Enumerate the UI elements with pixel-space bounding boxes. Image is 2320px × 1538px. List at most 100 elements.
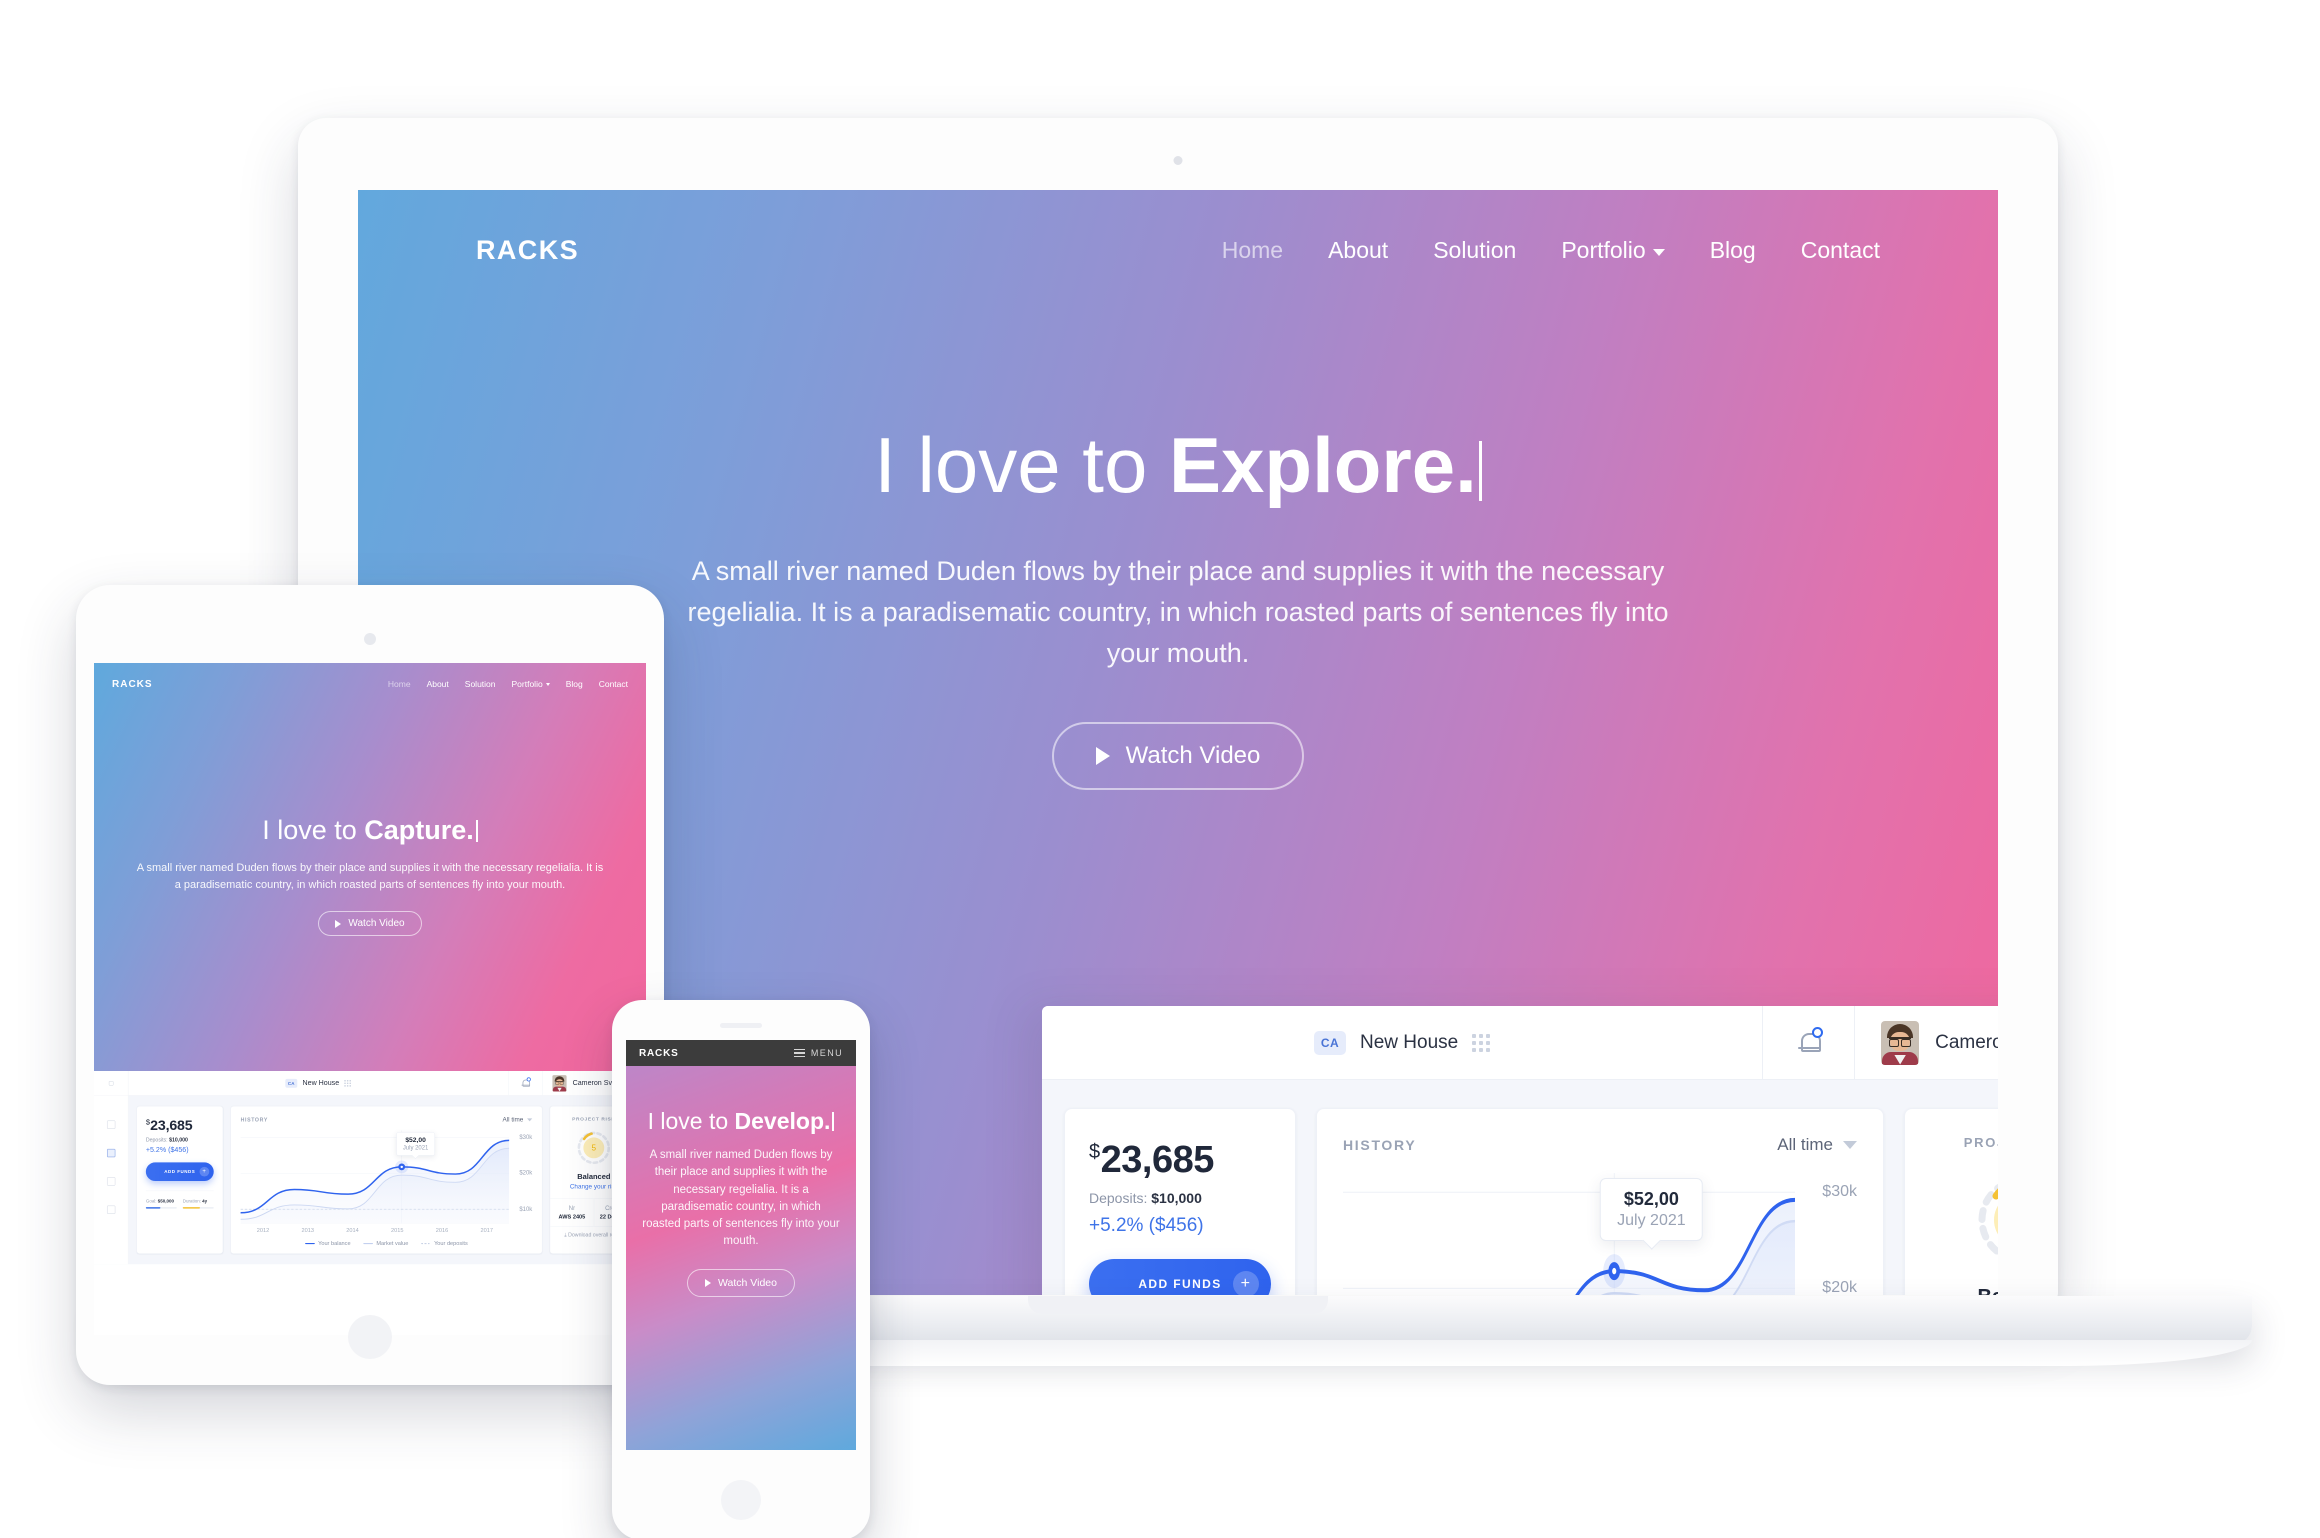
balance-change: +5.2% ($456) [145, 1145, 189, 1154]
workspace-name: New House [302, 1079, 340, 1087]
chart-tooltip: $52,00 July 2021 [1600, 1178, 1703, 1242]
sidebar-item-transfer[interactable] [94, 1167, 128, 1195]
notifications-button[interactable] [1762, 1006, 1854, 1079]
history-card: HISTORY All time $30k $20k $10k $52,00 J… [230, 1106, 543, 1254]
dashboard-body: $23,685 Deposits: $10,000 +5.2% ($456) A… [128, 1096, 646, 1265]
add-funds-button[interactable]: ADD FUNDS + [1089, 1259, 1271, 1295]
deposits-row: Deposits: $10,000 [1089, 1190, 1271, 1206]
nav-item-portfolio[interactable]: Portfolio [1561, 237, 1665, 264]
add-funds-label: ADD FUNDS [164, 1169, 196, 1175]
history-card: HISTORY All time $30k$20k$10k $52,00 Jul… [1316, 1108, 1884, 1295]
chart-y-axis: $30k $20k $10k [509, 1130, 532, 1223]
user-name: Cameron Svensson [1935, 1031, 1998, 1053]
sidebar-item-portfolio[interactable] [94, 1139, 128, 1167]
balance-card: $23,685 Deposits: $10,000 +5.2% ($456) A… [1064, 1108, 1296, 1295]
x-tick-label: 2014 [346, 1227, 359, 1234]
sidebar-item-home[interactable] [94, 1111, 128, 1139]
nav-item-contact[interactable]: Contact [1801, 237, 1880, 264]
apps-grid-icon[interactable] [344, 1079, 352, 1087]
tablet-hero-content: I love to Capture. A small river named D… [94, 705, 646, 937]
x-tick-label: 2015 [391, 1227, 404, 1234]
typing-cursor-icon [1478, 441, 1482, 501]
folder-icon [106, 1205, 116, 1214]
brand-logo[interactable]: RACKS [476, 235, 579, 266]
risk-gauge: 5 [575, 1129, 612, 1166]
goal-label: Goal: [145, 1198, 157, 1204]
nav-item-blog[interactable]: Blog [566, 679, 583, 689]
laptop-camera-icon [1173, 156, 1183, 165]
tablet-home-button[interactable] [348, 1315, 392, 1359]
workspace-initials-badge: CA [1313, 1030, 1347, 1055]
tablet-hero-paragraph: A small river named Duden flows by their… [136, 862, 604, 892]
balance-value: 23,685 [150, 1117, 193, 1134]
range-selector[interactable]: All time [503, 1116, 533, 1123]
watch-video-button[interactable]: Watch Video [1051, 721, 1305, 790]
nav-item-about[interactable]: About [427, 679, 449, 689]
legend-label: Market value [376, 1240, 409, 1247]
avatar [1881, 1020, 1920, 1065]
watch-video-button[interactable]: Watch Video [318, 911, 422, 937]
nav-item-solution[interactable]: Solution [1433, 237, 1516, 264]
chevron-down-icon [545, 683, 550, 686]
watch-video-button[interactable]: Watch Video [687, 1268, 795, 1297]
sidebar-item-documents[interactable] [94, 1196, 128, 1224]
legend-label: Your deposits [434, 1240, 468, 1247]
heading-bold-part: Capture. [364, 815, 474, 845]
workspace-name: New House [1360, 1031, 1459, 1053]
deposits-label: Deposits: [1089, 1190, 1148, 1206]
duration-label: Duration: [182, 1198, 201, 1204]
workspace-switcher[interactable]: CA New House [1042, 1030, 1762, 1055]
phone-home-button[interactable] [721, 1480, 761, 1520]
y-tick-label: $30k [1822, 1183, 1857, 1201]
nav-item-home[interactable]: Home [388, 679, 411, 689]
legend-item: Your deposits [421, 1240, 468, 1247]
history-header: HISTORY All time [1343, 1135, 1857, 1155]
goal-row: Goal: $50,000 [146, 1199, 177, 1204]
notification-badge [1811, 1026, 1823, 1038]
balance-value: 23,685 [1100, 1139, 1215, 1181]
sidebar-toggle[interactable] [94, 1071, 129, 1096]
notifications-button[interactable] [508, 1071, 542, 1096]
y-tick-label: $10k [519, 1205, 533, 1213]
desktop-navbar: RACKS Home About Solution Portfolio Blog… [358, 190, 1998, 310]
history-title: HISTORY [1343, 1137, 1417, 1153]
chevron-down-icon [527, 1118, 533, 1122]
mockup-stage: RACKS Home About Solution Portfolio Blog… [0, 0, 2320, 1538]
brand-logo[interactable]: RACKS [639, 1048, 679, 1059]
nav-item-contact[interactable]: Contact [599, 679, 628, 689]
add-funds-label: ADD FUNDS [1138, 1277, 1222, 1291]
history-title: HISTORY [240, 1116, 268, 1123]
tablet-camera-icon [364, 633, 376, 645]
hamburger-icon [793, 1048, 805, 1058]
phone-hero-paragraph: A small river named Duden flows by their… [642, 1149, 840, 1248]
nav-item-solution[interactable]: Solution [465, 679, 496, 689]
balance-goals: Goal: $50,000 Duration: 4y [145, 1190, 214, 1217]
user-menu[interactable]: Cameron Svensson [1854, 1006, 1998, 1079]
nav-item-portfolio-label: Portfolio [511, 679, 543, 689]
workspace-switcher[interactable]: CA New House [128, 1078, 508, 1088]
goal-block: Goal: $50,000 [145, 1199, 177, 1209]
x-tick-label: 2012 [256, 1227, 270, 1234]
history-chart: $30k $20k $10k $52,00 July 2021 [240, 1130, 533, 1224]
nav-item-portfolio[interactable]: Portfolio [512, 679, 550, 689]
add-funds-button[interactable]: ADD FUNDS + [145, 1162, 214, 1182]
download-icon: ⤓ [564, 1231, 567, 1238]
brand-logo[interactable]: RACKS [112, 679, 153, 690]
dashboard-body: $23,685 Deposits: $10,000 +5.2% ($456) A… [1042, 1080, 1998, 1295]
history-chart-svg [240, 1130, 510, 1224]
plus-icon: + [199, 1166, 210, 1177]
phone-hero-heading: I love to Develop. [642, 1108, 840, 1135]
mobile-menu-label: MENU [810, 1048, 843, 1058]
apps-grid-icon[interactable] [1472, 1033, 1491, 1052]
range-selector[interactable]: All time [1777, 1135, 1857, 1155]
legend-label: Your balance [318, 1240, 351, 1247]
nav-item-about[interactable]: About [1328, 237, 1388, 264]
play-icon [335, 919, 342, 928]
nav-item-home[interactable]: Home [1222, 237, 1283, 264]
play-icon [1095, 746, 1110, 765]
legend-item: Your balance [305, 1240, 351, 1247]
nav-item-blog[interactable]: Blog [1710, 237, 1756, 264]
avatar [552, 1074, 567, 1092]
mobile-menu-button[interactable]: MENU [793, 1048, 843, 1058]
export-icon [106, 1177, 116, 1186]
